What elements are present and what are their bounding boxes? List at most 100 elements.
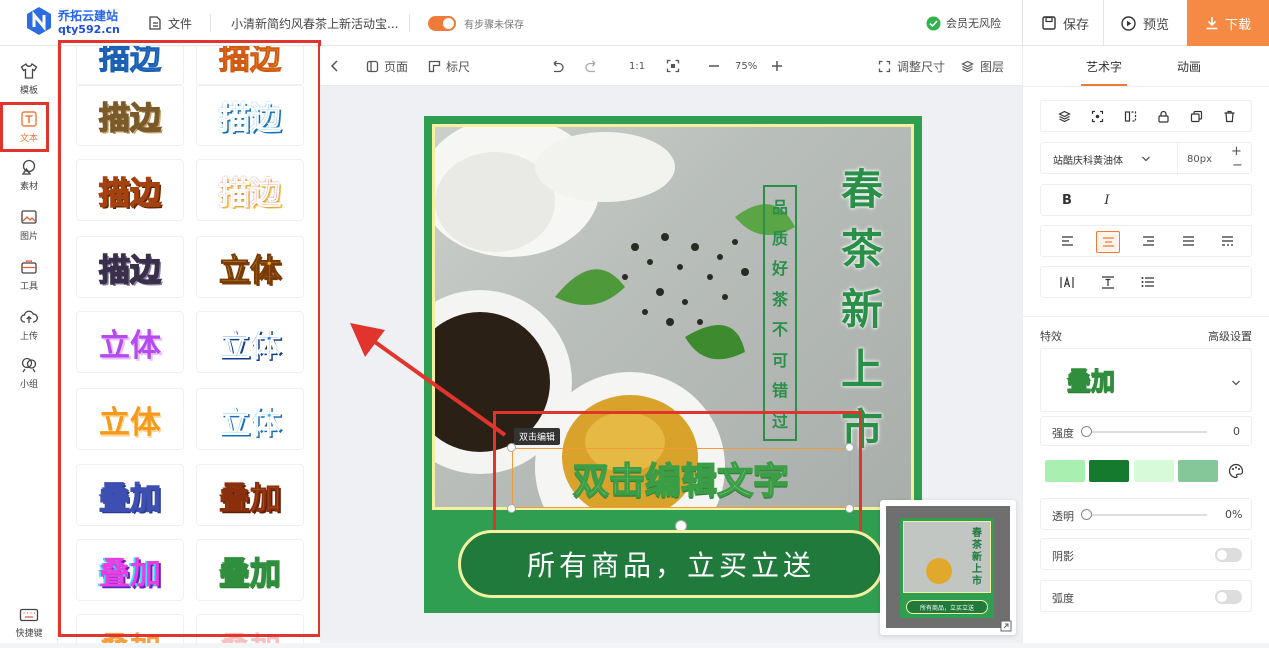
opacity-value[interactable]: 0% [1225,508,1242,521]
zoom-out-button[interactable] [708,46,720,86]
text-style-tile[interactable]: 叠加 [196,464,304,526]
document-title[interactable]: 小清新简约风春茶上新活动宝... [231,0,398,46]
save-button[interactable]: 保存 [1042,0,1089,46]
ruler-button[interactable]: 标尺 [428,46,470,86]
resize-handle[interactable] [845,443,854,452]
flip-button[interactable] [1115,101,1145,131]
resize-handle[interactable] [507,504,516,513]
zoom-level[interactable]: 75% [735,46,757,86]
nav-elements[interactable]: 素材 [0,150,58,200]
file-menu[interactable]: 文件 [148,0,192,46]
nav-upload[interactable]: 上传 [0,300,58,350]
font-family-select[interactable]: 站酷庆科黄油体 [1053,143,1151,175]
font-size-input[interactable]: 80px [1187,143,1212,175]
effect-select[interactable]: 叠加 [1040,348,1252,412]
letter-spacing-button[interactable] [1055,267,1079,297]
redo-button[interactable] [585,46,599,86]
layer-order-button[interactable] [1049,101,1079,131]
duplicate-button[interactable] [1181,101,1211,131]
resize-button[interactable]: 调整尺寸 [878,46,945,86]
shadow-toggle[interactable] [1215,548,1242,562]
text-style-tile[interactable]: 立体 [76,388,184,450]
thumbnail-tea-cup [926,558,952,584]
justify-button[interactable] [1176,226,1200,256]
text-style-tile[interactable]: 描边 [76,236,184,298]
text-style-tile[interactable]: 描边 [76,84,184,146]
poster-headline[interactable]: 春茶新上市 [829,160,895,460]
color-swatch[interactable] [1134,460,1174,482]
lock-button[interactable] [1148,101,1178,131]
resize-handle[interactable] [845,504,854,513]
tab-art-text[interactable]: 艺术字 [1086,46,1122,86]
tab-animation[interactable]: 动画 [1177,46,1201,86]
preview-button[interactable]: 预览 [1121,0,1169,46]
download-button[interactable]: 下载 [1187,0,1269,46]
align-left-button[interactable] [1055,226,1079,256]
arc-toggle[interactable] [1215,590,1242,604]
selected-text-element[interactable]: 双击编辑文字 [512,448,850,508]
thumbnail-frame: 春茶新上市 所有商品，立买立送 [886,506,1010,628]
fit-screen-button[interactable] [666,46,680,86]
nav-images[interactable]: 图片 [0,200,58,250]
text-style-tile[interactable]: 立体 [196,236,304,298]
text-style-tile[interactable]: 立体 [196,311,304,373]
text-style-tile[interactable]: 立体 [196,388,304,450]
check-circle-icon [926,16,941,30]
nav-shortcuts[interactable]: 快捷键 [0,598,58,648]
font-size-increase[interactable]: + [1231,144,1242,159]
text-style-tile[interactable]: 描边 [76,159,184,221]
font-size-decrease[interactable]: − [1232,158,1243,173]
align-center-button[interactable] [1096,231,1120,253]
nav-team[interactable]: 小组 [0,348,58,398]
align-right-button[interactable] [1136,226,1160,256]
strength-value[interactable]: 0 [1233,425,1240,438]
poster-slogan[interactable]: 品质好茶不可错过 [763,185,797,441]
center-button[interactable] [1082,101,1112,131]
undo-button[interactable] [550,46,564,86]
text-style-tile[interactable]: 描边 [196,84,304,146]
text-style-tile[interactable]: 描边 [76,46,184,86]
expand-icon[interactable] [1000,620,1012,632]
opacity-slider-knob[interactable] [1081,509,1092,520]
page-button[interactable]: 页面 [366,46,408,86]
text-style-tile[interactable]: 描边 [196,46,304,86]
text-style-tile[interactable]: 立体 [76,311,184,373]
nav-templates[interactable]: 模板 [0,54,58,104]
autosave-status[interactable]: 有步骤未保存 [428,0,524,46]
thumbnail-poster: 春茶新上市 所有商品，立买立送 [900,518,994,618]
text-style-tile[interactable]: 叠加 [76,539,184,601]
italic-button[interactable]: I [1095,185,1119,215]
strength-slider-knob[interactable] [1081,426,1092,437]
palette-icon[interactable] [1228,463,1244,479]
text-style-tile[interactable]: 叠加 [76,614,184,643]
page-thumbnail[interactable]: 春茶新上市 所有商品，立买立送 [880,500,1016,635]
nav-text[interactable]: 文本 [0,102,58,152]
opacity-slider[interactable] [1087,514,1207,516]
bold-button[interactable]: B [1055,185,1079,215]
divider [1023,316,1269,317]
color-swatch[interactable] [1045,460,1085,482]
nav-tools[interactable]: 工具 [0,250,58,300]
lock-icon [1157,110,1169,123]
poster-banner[interactable]: 所有商品，立买立送 [458,530,884,598]
logo-icon[interactable] [26,6,52,36]
advanced-settings-link[interactable]: 高级设置 [1208,328,1252,344]
left-nav: 模板 文本 素材 图片 工具 上传 小组 快捷键 [0,46,58,643]
member-badge[interactable]: 会员无风险 [926,0,1001,46]
autosave-toggle[interactable] [428,15,456,31]
text-style-tile[interactable]: 叠加 [196,539,304,601]
ratio-button[interactable]: 1:1 [629,46,645,86]
color-swatch[interactable] [1178,460,1218,482]
text-style-tile[interactable]: 叠加 [76,464,184,526]
text-style-tile[interactable]: 叠加 [196,614,304,643]
layers-button[interactable]: 图层 [961,46,1004,86]
text-style-tile[interactable]: 描边 [196,159,304,221]
collapse-panel-button[interactable] [330,46,340,86]
color-swatch[interactable] [1089,460,1129,482]
line-height-button[interactable] [1096,267,1120,297]
list-button[interactable] [1136,267,1160,297]
delete-button[interactable] [1214,101,1244,131]
strength-slider[interactable] [1087,431,1207,433]
distribute-button[interactable] [1215,226,1239,256]
zoom-in-button[interactable] [771,46,783,86]
